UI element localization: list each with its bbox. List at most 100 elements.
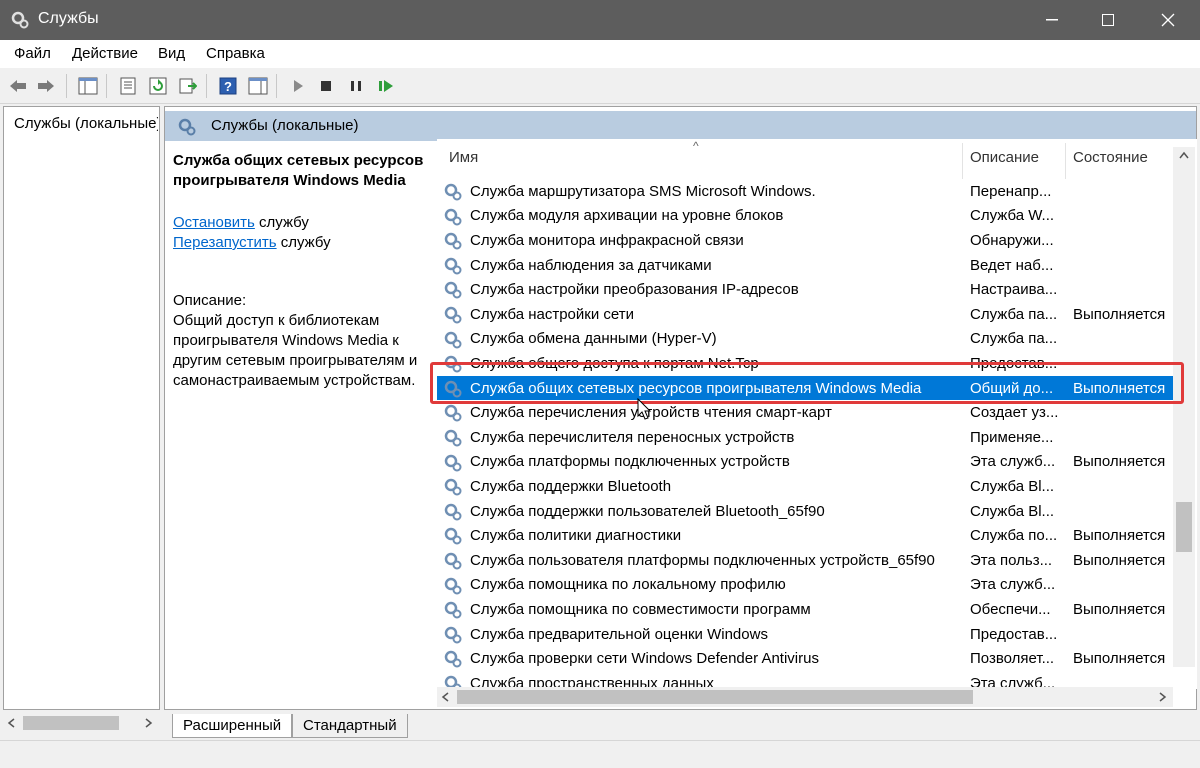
service-name-cell: Служба наблюдения за датчиками: [470, 256, 712, 274]
service-gear-icon: [444, 577, 462, 595]
service-gear-icon: [444, 355, 462, 373]
details-pane: Службы (локальные) Служба общих сетевых …: [164, 106, 1197, 710]
services-gear-icon: [11, 11, 29, 29]
tab-extended[interactable]: Расширенный: [172, 714, 293, 738]
scroll-thumb[interactable]: [23, 716, 119, 730]
service-gear-icon: [444, 331, 462, 349]
window-title: Службы: [38, 10, 99, 27]
table-row[interactable]: Служба помощника по локальному профилю Эт…: [437, 573, 1177, 598]
view-tabs: Расширенный Стандартный: [164, 712, 1197, 738]
table-row[interactable]: Служба предварительной оценки Windows Пре…: [437, 622, 1177, 647]
stop-service-button[interactable]: [314, 74, 338, 98]
service-name-cell: Служба перечислителя переносных устройст…: [470, 428, 795, 446]
back-arrow-icon: [10, 80, 26, 92]
svg-text:?: ?: [224, 79, 232, 94]
help-button[interactable]: ?: [216, 74, 240, 98]
table-row[interactable]: Служба общих сетевых ресурсов проигрыват…: [437, 375, 1177, 401]
service-name-cell: Служба общих сетевых ресурсов проигрыват…: [470, 379, 922, 397]
back-button[interactable]: [6, 74, 30, 98]
scroll-left-icon: [7, 718, 15, 728]
table-row[interactable]: Служба платформы подключенных устройств Э…: [437, 450, 1177, 475]
maximize-button[interactable]: [1080, 0, 1136, 40]
export-list-button[interactable]: [176, 74, 200, 98]
forward-button[interactable]: [34, 74, 58, 98]
service-gear-icon: [444, 306, 462, 324]
list-horizontal-scrollbar[interactable]: [437, 687, 1173, 707]
properties-icon: [120, 77, 136, 95]
service-gear-icon: [444, 503, 462, 521]
table-row[interactable]: Служба монитора инфракрасной связи Обнару…: [437, 228, 1177, 253]
menu-file[interactable]: Файл: [14, 45, 51, 62]
column-header-state[interactable]: Состояние: [1073, 149, 1148, 166]
table-row[interactable]: Служба поддержки пользователей Bluetooth…: [437, 499, 1177, 524]
selected-service-title: Служба общих сетевых ресурсов проигрыват…: [173, 152, 424, 189]
menu-help[interactable]: Справка: [206, 45, 265, 62]
start-service-button[interactable]: [286, 74, 310, 98]
service-state-cell: Выполняется: [1073, 527, 1166, 545]
service-gear-icon: [444, 429, 462, 447]
refresh-button[interactable]: [146, 74, 170, 98]
service-description-cell: Позволяет...: [970, 650, 1055, 668]
service-description-cell: Общий до...: [970, 379, 1054, 397]
tab-standard[interactable]: Стандартный: [292, 714, 408, 738]
table-row[interactable]: Служба маршрутизатора SMS Microsoft Wind…: [437, 179, 1177, 204]
table-row[interactable]: Служба политики диагностики Служба по... В…: [437, 523, 1177, 548]
scroll-thumb[interactable]: [457, 690, 973, 704]
column-divider[interactable]: [962, 143, 963, 179]
service-name-cell: Служба настройки сети: [470, 305, 634, 323]
table-row[interactable]: Служба помощника по совместимости програ…: [437, 597, 1177, 622]
service-state-cell: Выполняется: [1073, 551, 1166, 569]
properties-button[interactable]: [116, 74, 140, 98]
service-gear-icon: [444, 232, 462, 250]
service-description-cell: Предостав...: [970, 354, 1058, 372]
service-gear-icon: [444, 454, 462, 472]
console-tree-icon: [78, 77, 98, 95]
table-row[interactable]: Служба обмена данными (Hyper-V) Служба па…: [437, 327, 1177, 352]
service-description-cell: Перенапр...: [970, 182, 1052, 200]
service-gear-icon: [444, 601, 462, 619]
service-gear-icon: [444, 257, 462, 275]
menu-view[interactable]: Вид: [158, 45, 185, 62]
tree-item-services-local[interactable]: Службы (локальные): [8, 113, 158, 133]
service-name-cell: Служба монитора инфракрасной связи: [470, 231, 744, 249]
sort-ascending-icon: ^: [693, 139, 699, 153]
restart-service-button[interactable]: [374, 74, 398, 98]
pane-header-title: Службы (локальные): [211, 117, 359, 134]
action-pane-button[interactable]: [246, 74, 270, 98]
stop-service-link[interactable]: Остановить: [173, 214, 255, 231]
pause-service-button[interactable]: [344, 74, 368, 98]
service-name-cell: Служба предварительной оценки Windows: [470, 625, 768, 643]
column-header-description[interactable]: Описание: [970, 149, 1039, 166]
column-divider[interactable]: [1065, 143, 1066, 179]
scroll-up-icon: [1179, 151, 1189, 159]
service-gear-icon: [444, 478, 462, 496]
minimize-button[interactable]: [1024, 0, 1080, 40]
table-row[interactable]: Служба модуля архивации на уровне блоков…: [437, 204, 1177, 229]
table-row[interactable]: Служба настройки преобразования IP-адрес…: [437, 277, 1177, 302]
table-row[interactable]: Служба настройки сети Служба па... Выполня…: [437, 302, 1177, 327]
scroll-thumb[interactable]: [1176, 502, 1192, 552]
table-row[interactable]: Служба наблюдения за датчиками Ведет наб.…: [437, 253, 1177, 278]
description-label: Описание:: [173, 292, 247, 309]
service-description-cell: Служба по...: [970, 527, 1058, 545]
table-row[interactable]: Служба перечислителя переносных устройст…: [437, 425, 1177, 450]
table-row[interactable]: Служба пользователя платформы подключенн…: [437, 548, 1177, 573]
service-name-cell: Служба платформы подключенных устройств: [470, 453, 790, 471]
list-vertical-scrollbar[interactable]: [1173, 147, 1195, 667]
table-row[interactable]: Служба проверки сети Windows Defender An…: [437, 646, 1177, 671]
service-description-cell: Эта служб...: [970, 576, 1056, 594]
show-hide-console-tree-button[interactable]: [76, 74, 100, 98]
service-gear-icon: [444, 282, 462, 299]
table-row[interactable]: Служба поддержки Bluetooth Служба Bl...: [437, 474, 1177, 499]
table-row[interactable]: Служба перечисления устройств чтения сма…: [437, 400, 1177, 425]
table-row[interactable]: Служба общего доступа к портам Net.Tcp Пр…: [437, 351, 1177, 376]
service-state-cell: Выполняется: [1073, 305, 1166, 323]
service-gear-icon: [444, 208, 462, 226]
help-icon: ?: [219, 77, 237, 95]
menu-action[interactable]: Действие: [72, 45, 138, 62]
column-header-name[interactable]: Имя: [449, 149, 478, 166]
tree-horizontal-scrollbar[interactable]: [3, 712, 160, 734]
service-description-cell: Применяе...: [970, 428, 1054, 446]
close-button[interactable]: [1140, 0, 1196, 40]
restart-service-link[interactable]: Перезапустить: [173, 234, 277, 251]
